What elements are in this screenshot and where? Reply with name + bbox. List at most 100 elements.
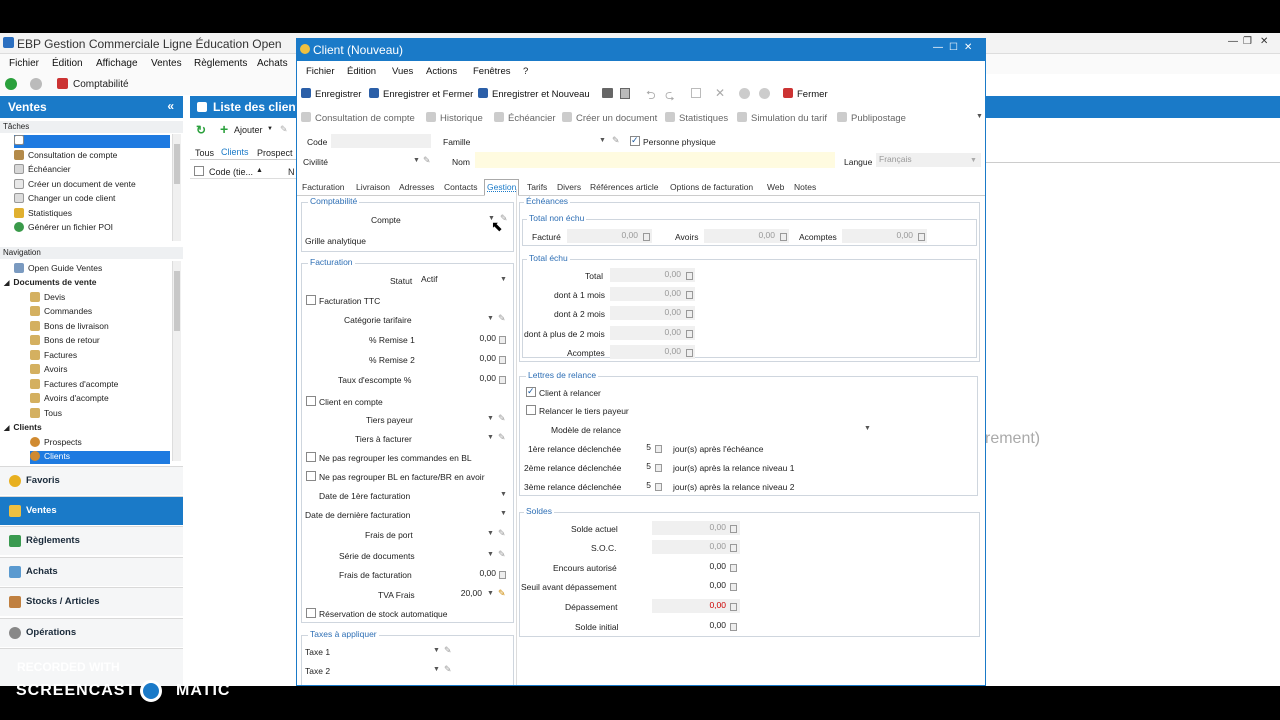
menu-reglements[interactable]: Règlements xyxy=(194,58,247,69)
calculator-icon[interactable] xyxy=(730,583,737,591)
remise2-input[interactable]: 0,00 xyxy=(418,352,510,366)
collapse-icon[interactable]: « xyxy=(167,99,174,113)
grille-input[interactable] xyxy=(372,233,497,247)
famille-dropdown-icon[interactable]: ▼ xyxy=(599,137,606,144)
consultation-compte-button[interactable]: Consultation de compte xyxy=(301,112,415,124)
tiers-payeur-dropdown-icon[interactable]: ▼ xyxy=(487,415,494,422)
calculator-icon[interactable] xyxy=(686,291,693,299)
expand-icon[interactable]: ◢ xyxy=(4,280,9,287)
enregistrer-fermer-button[interactable]: Enregistrer et Fermer xyxy=(369,88,473,100)
nav-ventes[interactable]: Ventes xyxy=(0,496,183,525)
preview-icon[interactable] xyxy=(620,88,630,99)
tiers-facturer-dropdown-icon[interactable]: ▼ xyxy=(487,434,494,441)
publipostage-button[interactable]: Publipostage xyxy=(837,112,906,124)
restore-icon[interactable]: ❐ xyxy=(1243,36,1252,47)
enregistrer-nouveau-button[interactable]: Enregistrer et Nouveau xyxy=(478,88,590,100)
serie-dropdown-icon[interactable]: ▼ xyxy=(487,551,494,558)
nav-clients-header[interactable]: ◢ Clients xyxy=(4,422,42,435)
civilite-dropdown-icon[interactable]: ▼ xyxy=(413,157,420,164)
menu-affichage[interactable]: Affichage xyxy=(96,58,138,69)
categorie-edit-icon[interactable]: ✎ xyxy=(498,313,506,324)
tab-options-facturation[interactable]: Options de facturation xyxy=(670,182,753,192)
dmenu-fichier[interactable]: Fichier xyxy=(306,66,335,77)
calculator-icon[interactable] xyxy=(918,233,925,241)
tiers-payeur-select[interactable] xyxy=(418,412,496,426)
calculator-icon[interactable] xyxy=(730,564,737,572)
simulation-tarif-button[interactable]: Simulation du tarif xyxy=(737,112,827,124)
task-generer-poi[interactable]: Générer un fichier POI xyxy=(14,222,113,235)
tab-facturation[interactable]: Facturation xyxy=(302,182,345,192)
date-1ere-dropdown-icon[interactable]: ▼ xyxy=(500,491,507,498)
statut-select[interactable]: Actif xyxy=(418,273,510,287)
nav-docs-header[interactable]: ◢ Documents de vente xyxy=(4,277,97,290)
column-next[interactable]: N xyxy=(288,167,295,177)
tab-web[interactable]: Web xyxy=(767,182,784,192)
code-input[interactable] xyxy=(331,134,431,148)
menu-ventes[interactable]: Ventes xyxy=(151,58,182,69)
encours-autorise-input[interactable]: 0,00 xyxy=(652,560,740,574)
nav-clients[interactable]: Clients xyxy=(30,451,170,464)
ne-pas-regrouper-cmd-checkbox[interactable] xyxy=(306,452,316,462)
scroll-thumb[interactable] xyxy=(174,271,180,331)
date-1ere-input[interactable] xyxy=(418,488,510,502)
echeancier-button[interactable]: Échéancier xyxy=(494,112,556,124)
nav-commandes[interactable]: Commandes xyxy=(30,306,92,319)
dmenu-help[interactable]: ? xyxy=(523,66,528,77)
fermer-button[interactable]: Fermer xyxy=(783,88,828,100)
statut-dropdown-icon[interactable]: ▼ xyxy=(500,276,507,283)
add-dropdown-icon[interactable]: ▼ xyxy=(267,126,273,132)
back-icon[interactable] xyxy=(5,78,17,90)
task-changer-code[interactable]: Changer un code client xyxy=(14,193,115,206)
client-relancer-checkbox[interactable] xyxy=(526,386,536,397)
nav-bons-livraison[interactable]: Bons de livraison xyxy=(30,321,109,334)
nav-stocks[interactable]: Stocks / Articles xyxy=(0,587,183,616)
nav-favoris[interactable]: Favoris xyxy=(0,466,183,495)
comptabilite-link[interactable]: Comptabilité xyxy=(73,79,129,90)
select-all-checkbox[interactable] xyxy=(194,166,204,176)
creer-document-button[interactable]: Créer un document xyxy=(562,112,657,124)
tab-livraison[interactable]: Livraison xyxy=(356,182,390,192)
calculator-icon[interactable] xyxy=(499,376,506,384)
civilite-select[interactable] xyxy=(351,154,421,168)
tab-divers[interactable]: Divers xyxy=(557,182,581,192)
calculator-icon[interactable] xyxy=(686,272,693,280)
date-derniere-dropdown-icon[interactable]: ▼ xyxy=(500,510,507,517)
taxe2-dropdown-icon[interactable]: ▼ xyxy=(433,666,440,673)
tab-contacts[interactable]: Contacts xyxy=(444,182,478,192)
tab-adresses[interactable]: Adresses xyxy=(399,182,434,192)
dialog-close-icon[interactable]: ✕ xyxy=(964,42,972,53)
print-icon[interactable] xyxy=(602,88,613,98)
ne-pas-regrouper-bl-checkbox[interactable] xyxy=(306,471,316,481)
tiers-facturer-edit-icon[interactable]: ✎ xyxy=(498,432,506,443)
personne-physique-checkbox[interactable] xyxy=(630,135,640,146)
calculator-icon[interactable] xyxy=(730,603,737,611)
dmenu-fenetres[interactable]: Fenêtres xyxy=(473,66,511,77)
nav-open-guide[interactable]: Open Guide Ventes xyxy=(14,263,102,276)
escompte-input[interactable]: 0,00 xyxy=(418,372,510,386)
famille-select[interactable] xyxy=(474,134,612,148)
refresh-icon[interactable]: ↻ xyxy=(196,123,206,137)
modele-relance-dropdown-icon[interactable]: ▼ xyxy=(864,425,871,432)
tva-frais-select[interactable]: 20,00 xyxy=(418,587,496,601)
add-button[interactable]: Ajouter xyxy=(234,125,263,135)
langue-dropdown-icon[interactable]: ▼ xyxy=(970,157,977,164)
seuil-input[interactable]: 0,00 xyxy=(652,579,740,593)
copy-icon[interactable] xyxy=(691,88,701,98)
enregistrer-button[interactable]: Enregistrer xyxy=(301,88,361,100)
serie-edit-icon[interactable]: ✎ xyxy=(498,549,506,560)
frais-port-edit-icon[interactable]: ✎ xyxy=(498,528,506,539)
close-icon[interactable]: ✕ xyxy=(1260,36,1268,47)
dmenu-edition[interactable]: Édition xyxy=(347,66,376,77)
task-item-selected[interactable] xyxy=(14,135,170,148)
calculator-icon[interactable] xyxy=(655,464,662,472)
tab-gestion[interactable]: Gestion xyxy=(484,179,520,196)
delete-icon[interactable]: ✕ xyxy=(715,86,725,100)
nav-avoirs-acompte[interactable]: Avoirs d'acompte xyxy=(30,393,109,406)
nav-achats[interactable]: Achats xyxy=(0,557,183,586)
frais-port-select[interactable] xyxy=(418,527,496,541)
dmenu-actions[interactable]: Actions xyxy=(426,66,457,77)
dmenu-vues[interactable]: Vues xyxy=(392,66,413,77)
langue-select[interactable]: Français xyxy=(876,153,981,167)
dialog-minimize-icon[interactable]: — xyxy=(933,42,943,53)
tab-tarifs[interactable]: Tarifs xyxy=(527,182,547,192)
